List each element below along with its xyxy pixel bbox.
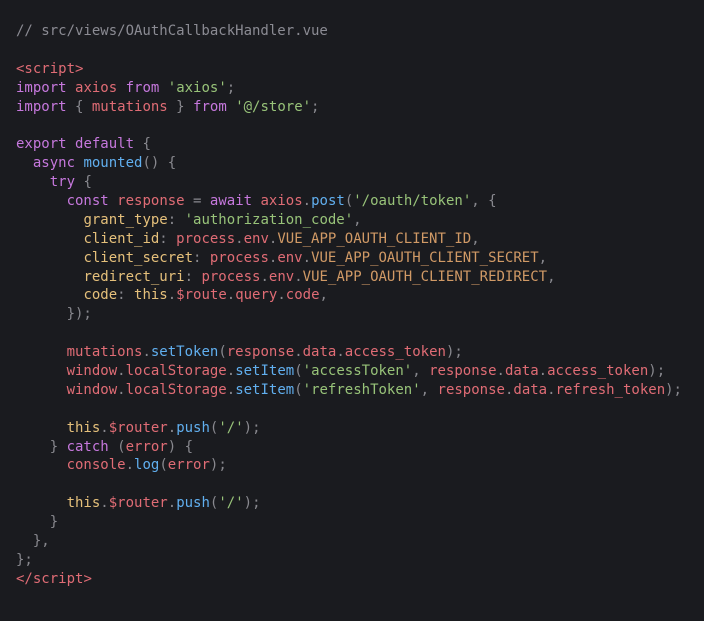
script-close-tag: </script> (16, 571, 92, 587)
code-block: // src/views/OAuthCallbackHandler.vue <s… (0, 0, 704, 611)
comment-line: // src/views/OAuthCallbackHandler.vue (16, 23, 328, 39)
script-open-tag: <script> (16, 61, 83, 77)
